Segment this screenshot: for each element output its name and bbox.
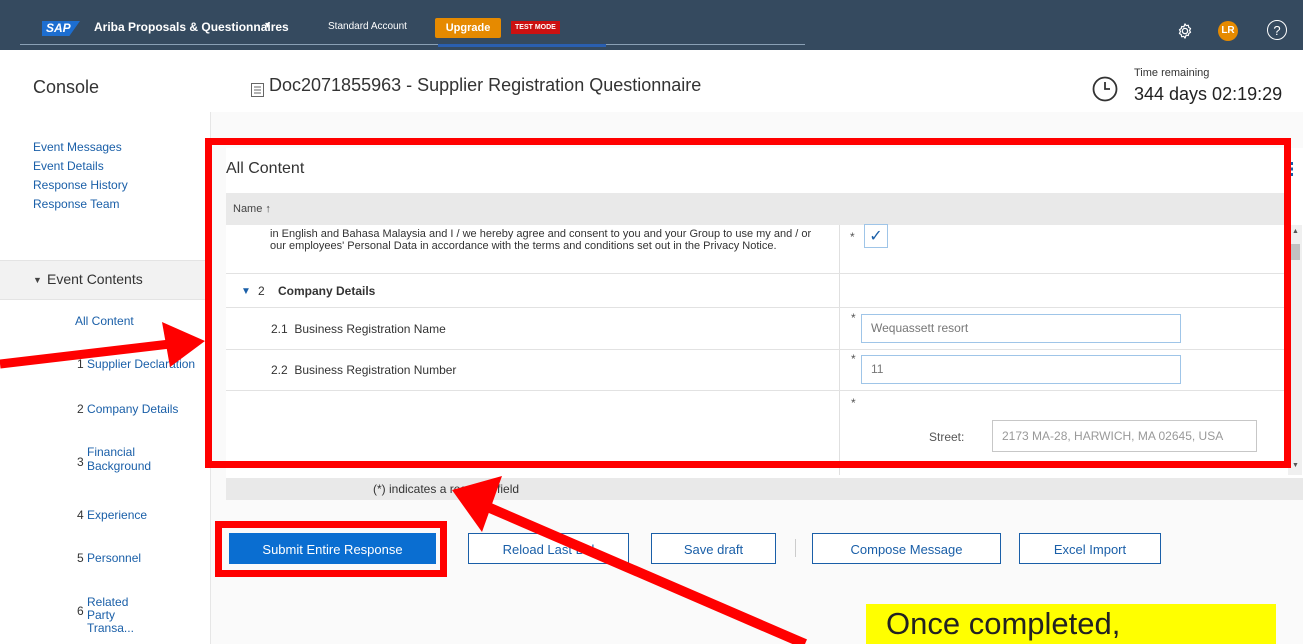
topbar-accent (438, 44, 606, 47)
content-item-label: Financial Background (87, 445, 152, 473)
content-item-5[interactable]: 5 Personnel (77, 551, 141, 565)
scroll-down-icon[interactable]: ▼ (1292, 462, 1299, 469)
content-item-4[interactable]: 4 Experience (77, 508, 147, 522)
scroll-up-icon[interactable]: ▲ (1292, 228, 1299, 235)
upgrade-button[interactable]: Upgrade (435, 18, 501, 38)
account-type: Standard Account (328, 21, 407, 32)
page-title: Console (33, 77, 100, 97)
content-item-label: Experience (87, 508, 148, 522)
content-item-label: Personnel (87, 551, 142, 565)
highlight-box-content (205, 138, 1291, 468)
top-bar: SAP Ariba Proposals & Questionnaires ▾ S… (0, 0, 1303, 50)
nav-link-event-details[interactable]: Event Details (33, 159, 104, 173)
nav-link-event-messages[interactable]: Event Messages (33, 140, 122, 154)
event-contents-header[interactable]: ▼ Event Contents (0, 260, 210, 300)
content-item-num: 4 (77, 508, 84, 522)
highlight-box-submit (215, 521, 447, 577)
document-icon (251, 83, 264, 97)
time-remaining-label: Time remaining (1134, 67, 1210, 79)
help-icon[interactable]: ? (1267, 20, 1287, 40)
annotation-arrow-left (452, 476, 807, 644)
caret-down-icon: ▼ (33, 275, 42, 285)
content-item-num: 6 (77, 604, 84, 618)
content-item-num: 5 (77, 551, 84, 565)
nav-link-response-team[interactable]: Response Team (33, 197, 120, 211)
time-remaining-value: 344 days 02:19:29 (1134, 84, 1283, 104)
nav-link-response-history[interactable]: Response History (33, 178, 128, 192)
app-title[interactable]: Ariba Proposals & Questionnaires (94, 20, 289, 34)
annotation-arrow-right (0, 322, 205, 369)
chevron-down-icon[interactable]: ▾ (265, 20, 270, 31)
sap-logo: SAP (42, 21, 80, 36)
test-mode-badge: TEST MODE (511, 21, 560, 34)
content-item-label: Company Details (87, 402, 179, 416)
content-item-label: Related Party Transa... (87, 595, 134, 635)
content-item-num: 3 (77, 455, 84, 469)
annotation-callout-text: Once completed, (886, 606, 1121, 641)
excel-import-button[interactable]: Excel Import (1019, 533, 1161, 564)
topbar-divider (20, 44, 805, 45)
scrollbar-thumb[interactable] (1290, 244, 1300, 260)
document-title: Doc2071855963 - Supplier Registration Qu… (269, 75, 702, 95)
clock-icon (1092, 76, 1118, 102)
compose-message-button[interactable]: Compose Message (812, 533, 1001, 564)
gear-icon[interactable] (1176, 22, 1194, 40)
content-item-2[interactable]: 2 Company Details (77, 402, 178, 416)
event-contents-label: Event Contents (47, 271, 143, 287)
content-item-num: 2 (77, 402, 84, 416)
avatar[interactable]: LR (1218, 21, 1238, 41)
